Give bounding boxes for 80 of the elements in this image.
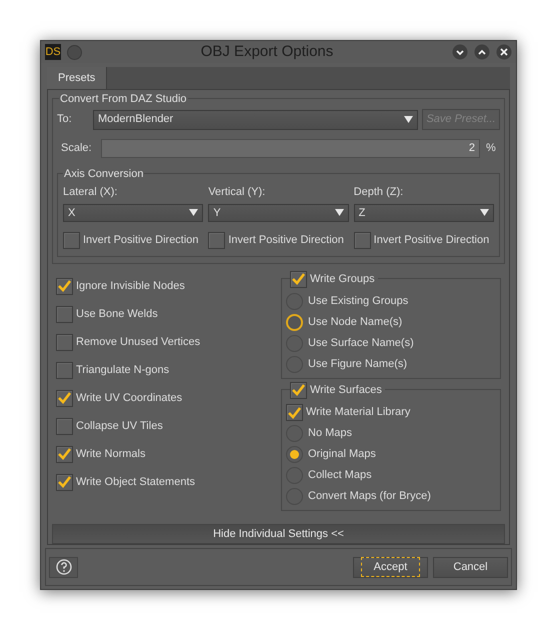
checkmark-icon [58, 280, 71, 292]
checkbox-label: Triangulate N-gons [76, 362, 170, 378]
axis-dropdown[interactable]: X [63, 204, 204, 222]
checkbox-label: Write Surfaces [310, 382, 382, 398]
radio-option[interactable]: Original Maps [286, 444, 496, 465]
radio-option[interactable]: Use Surface Name(s) [286, 333, 496, 354]
checkbox-label: Write Groups [310, 272, 375, 287]
checkmark-icon [58, 448, 71, 460]
radio-button[interactable] [286, 446, 303, 463]
radio-option[interactable]: No Maps [286, 423, 496, 444]
dialog-button[interactable]: Accept [353, 556, 428, 578]
tab[interactable]: Presets [47, 67, 108, 89]
field-label: Vertical (Y): [208, 185, 266, 200]
dialog-button[interactable]: Cancel [433, 556, 508, 578]
radio-label: Collect Maps [308, 468, 372, 484]
radio-option[interactable]: Use Existing Groups [286, 291, 496, 312]
preset-dropdown[interactable]: ModernBlender [93, 110, 418, 130]
checkmark-icon [58, 476, 71, 488]
checkbox-label: Write Material Library [306, 405, 410, 420]
checkbox[interactable] [286, 404, 303, 421]
field-label: Depth (Z): [354, 185, 404, 200]
close-icon[interactable] [496, 44, 512, 60]
minimize-icon[interactable] [452, 44, 468, 60]
checkbox-label: Remove Unused Vertices [76, 334, 200, 350]
checkbox[interactable] [56, 418, 73, 434]
checkbox[interactable] [56, 334, 73, 350]
field-label: To: [57, 112, 73, 128]
help-button[interactable] [49, 556, 78, 578]
radio-label: No Maps [308, 426, 352, 442]
checkbox[interactable] [354, 232, 371, 248]
checkbox-label: Ignore Invisible Nodes [76, 278, 185, 294]
checkbox[interactable] [56, 362, 73, 378]
field-label: Scale: [61, 141, 93, 156]
checkbox[interactable] [56, 278, 73, 294]
checkbox-label: Write UV Coordinates [76, 390, 182, 406]
checkbox-label: Invert Positive Direction [374, 232, 490, 248]
app-logo: DS [45, 44, 61, 60]
checkbox[interactable] [56, 390, 73, 406]
checkbox[interactable] [56, 446, 73, 462]
maximize-icon[interactable] [474, 44, 490, 60]
help-icon [56, 559, 72, 575]
scale-field[interactable]: 2 [101, 139, 480, 158]
checkbox[interactable] [290, 382, 307, 398]
radio-label: Use Existing Groups [308, 294, 408, 310]
dropdown-arrow-icon [404, 116, 413, 123]
radio-label: Original Maps [308, 447, 376, 462]
checkmark-icon [292, 273, 305, 285]
unit-label: % [486, 141, 497, 156]
radio-option[interactable]: Collect Maps [286, 465, 496, 486]
radio-label: Use Node Name(s) [308, 315, 402, 330]
radio-option[interactable]: Use Node Name(s) [286, 312, 496, 333]
radio-label: Convert Maps (for Bryce) [308, 489, 431, 504]
radio-option[interactable]: Convert Maps (for Bryce) [286, 486, 496, 507]
checkbox-label: Invert Positive Direction [83, 232, 199, 248]
dropdown-arrow-icon [334, 209, 344, 216]
checkbox-label: Invert Positive Direction [228, 232, 344, 248]
radio-label: Use Figure Name(s) [308, 357, 408, 372]
checkbox-label: Write Normals [76, 446, 146, 462]
radio-option[interactable]: Use Figure Name(s) [286, 354, 496, 375]
axis-dropdown[interactable]: Z [354, 204, 494, 222]
checkbox[interactable] [56, 474, 73, 490]
radio-button[interactable] [286, 314, 303, 331]
checkmark-icon [58, 392, 71, 404]
checkbox[interactable] [56, 306, 73, 322]
checkbox-label: Use Bone Welds [76, 306, 158, 322]
checkbox[interactable] [63, 232, 80, 248]
toggle-settings-button[interactable]: Hide Individual Settings << [52, 524, 505, 544]
checkbox-label: Collapse UV Tiles [76, 418, 163, 434]
axis-dropdown[interactable]: Y [208, 204, 349, 222]
checkbox-label: Write Object Statements [76, 474, 196, 490]
window-title: OBJ Export Options [200, 42, 334, 62]
checkmark-icon [288, 406, 301, 418]
checkmark-icon [292, 384, 305, 396]
checkbox[interactable] [290, 270, 307, 288]
checkbox[interactable] [208, 232, 226, 248]
dropdown-arrow-icon [189, 209, 198, 216]
field-label: Lateral (X): [63, 185, 118, 200]
window-menu-icon[interactable] [67, 44, 82, 60]
radio-label: Use Surface Name(s) [308, 336, 414, 352]
dropdown-arrow-icon [480, 209, 489, 216]
